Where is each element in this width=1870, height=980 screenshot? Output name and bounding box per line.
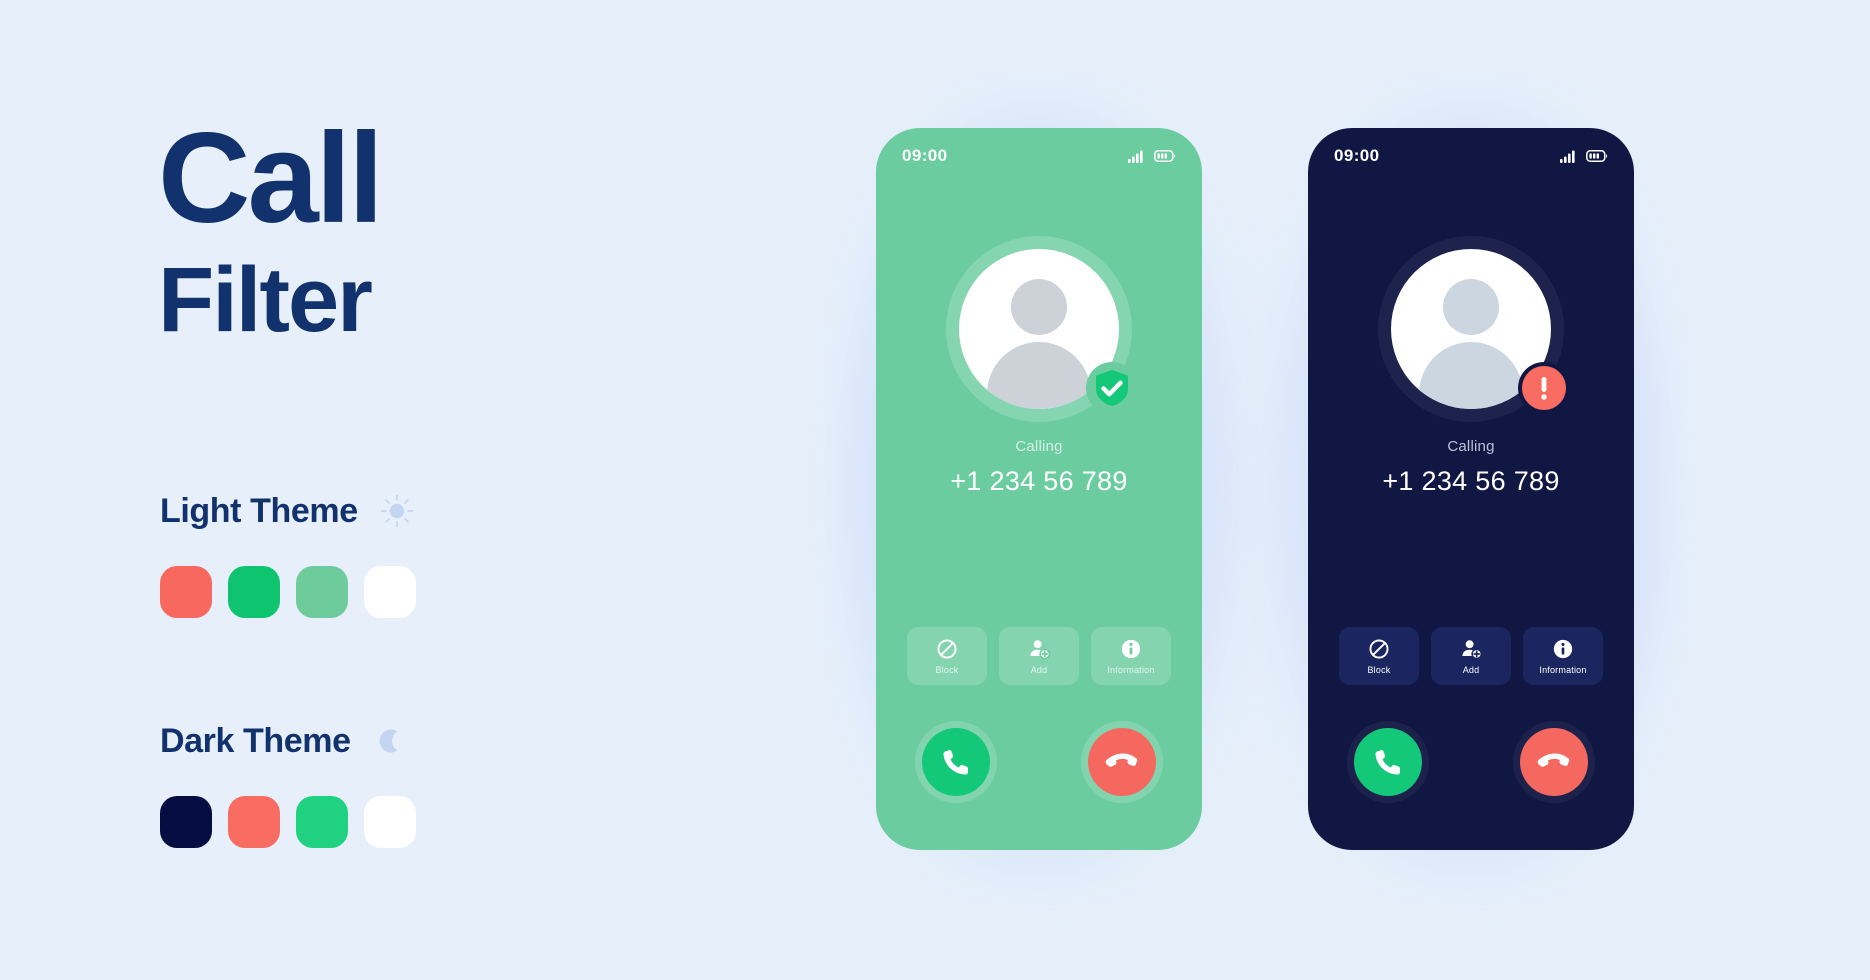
caller-avatar-area (876, 236, 1202, 422)
phone-icon (1375, 750, 1400, 775)
caller-avatar-area (1308, 236, 1634, 422)
user-avatar-icon-body (1419, 342, 1523, 409)
sun-icon (380, 494, 413, 528)
page-title: Call Filter (158, 107, 678, 351)
status-bar: 09:00 (1308, 128, 1634, 184)
status-bar: 09:00 (876, 128, 1202, 184)
status-time: 09:00 (1334, 146, 1380, 165)
block-button[interactable]: Block (907, 627, 987, 685)
status-badge (1518, 362, 1570, 414)
decline-call-button[interactable] (1088, 728, 1156, 796)
block-button-label: Block (1367, 664, 1391, 675)
phone-hangup-icon (1537, 753, 1570, 767)
swatch-dark-3[interactable] (296, 796, 348, 848)
info-icon (1553, 639, 1573, 658)
information-button[interactable]: Information (1091, 627, 1171, 685)
user-avatar-icon-head (1443, 279, 1499, 335)
shield-check-icon (1090, 366, 1134, 410)
block-button-label: Block (935, 664, 959, 675)
dark-theme-phone-mockup: 09:00 Calling +1 234 56 789 Block Add In… (1254, 74, 1688, 904)
user-avatar-icon-head (1011, 279, 1067, 335)
block-icon (937, 639, 957, 658)
battery-icon (1586, 150, 1608, 162)
call-controls (1308, 728, 1634, 796)
add-button-label: Add (1462, 664, 1480, 675)
swatch-dark-1[interactable] (160, 796, 212, 848)
dark-theme-swatches (160, 796, 416, 848)
phone-icon (943, 750, 968, 775)
light-theme-label: Light Theme (160, 491, 358, 530)
status-icons (1128, 150, 1176, 163)
alert-exclamation-icon (1522, 366, 1566, 410)
caller-number: +1 234 56 789 (1382, 466, 1560, 496)
light-theme-group: Light Theme (160, 490, 416, 618)
dark-theme-group: Dark Theme (160, 720, 416, 848)
call-controls (876, 728, 1202, 796)
add-button[interactable]: Add (999, 627, 1079, 685)
intro-panel: Call Filter Light Theme Dark Theme (0, 0, 760, 980)
swatch-light-1[interactable] (160, 566, 212, 618)
swatch-light-3[interactable] (296, 566, 348, 618)
caller-number: +1 234 56 789 (950, 466, 1128, 496)
status-time: 09:00 (902, 146, 948, 165)
swatch-dark-2[interactable] (228, 796, 280, 848)
call-actions: Block Add Information (1308, 627, 1634, 685)
call-status-label: Calling (1015, 438, 1063, 455)
avatar-ring (946, 236, 1138, 422)
information-button[interactable]: Information (1523, 627, 1603, 685)
information-button-label: Information (1539, 664, 1587, 675)
swatch-light-2[interactable] (228, 566, 280, 618)
dark-theme-call-screen: 09:00 Calling +1 234 56 789 Block Add In… (1308, 128, 1634, 850)
title-primary: Call (158, 107, 384, 250)
accept-call-button[interactable] (1354, 728, 1422, 796)
swatch-light-4[interactable] (364, 566, 416, 618)
information-button-label: Information (1107, 664, 1155, 675)
call-actions: Block Add Information (876, 627, 1202, 685)
block-icon (1369, 639, 1389, 658)
title-secondary: Filter (158, 248, 373, 351)
phone-hangup-icon (1105, 753, 1138, 767)
avatar-ring (1378, 236, 1570, 422)
moon-icon (379, 729, 398, 753)
decline-call-button[interactable] (1520, 728, 1588, 796)
status-icons (1560, 150, 1608, 163)
swatch-dark-4[interactable] (364, 796, 416, 848)
info-icon (1121, 639, 1141, 658)
add-button-label: Add (1030, 664, 1048, 675)
light-theme-call-screen: 09:00 Calling +1 234 56 789 Block Add In… (876, 128, 1202, 850)
caller-info: Calling +1 234 56 789 (876, 438, 1202, 497)
block-button[interactable]: Block (1339, 627, 1419, 685)
person-add-icon (1030, 639, 1050, 659)
dark-theme-label: Dark Theme (160, 721, 351, 760)
accept-call-button[interactable] (922, 728, 990, 796)
user-avatar-icon-body (987, 342, 1091, 409)
light-theme-phone-mockup: 09:00 Calling +1 234 56 789 Block Add In… (822, 74, 1256, 904)
signal-bars-icon (1560, 150, 1575, 163)
call-status-label: Calling (1447, 438, 1495, 455)
add-button[interactable]: Add (1431, 627, 1511, 685)
battery-icon (1154, 150, 1176, 162)
caller-info: Calling +1 234 56 789 (1308, 438, 1634, 497)
status-badge (1086, 362, 1138, 414)
light-theme-header: Light Theme (160, 490, 416, 532)
dark-theme-header: Dark Theme (160, 720, 416, 762)
person-add-icon (1462, 639, 1482, 659)
light-theme-swatches (160, 566, 416, 618)
signal-bars-icon (1128, 150, 1143, 163)
